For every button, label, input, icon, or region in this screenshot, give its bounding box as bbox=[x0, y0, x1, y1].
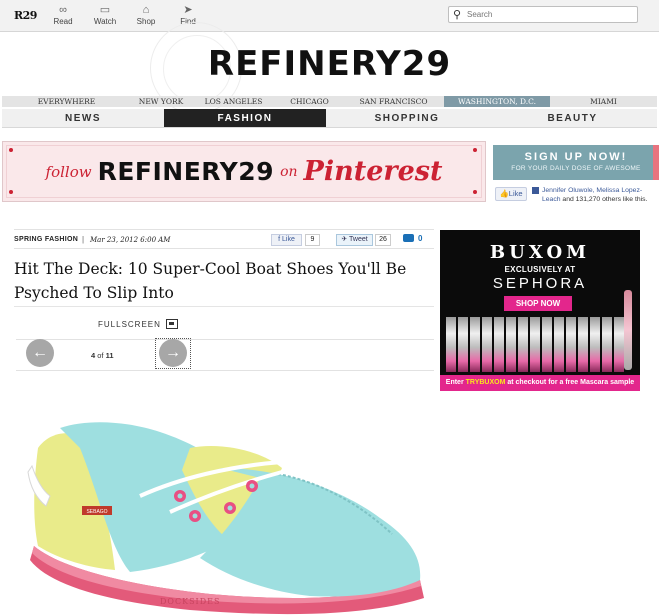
section-nav: NEWS FASHION SHOPPING BEAUTY bbox=[2, 109, 657, 128]
facebook-like-label: Like bbox=[508, 189, 523, 198]
gallery-counter: 4 of 11 bbox=[91, 351, 114, 360]
arrow-left-icon: ← bbox=[32, 344, 48, 361]
comment-bubble-icon bbox=[403, 234, 414, 242]
pin-brand-text: REFINERY29 bbox=[97, 157, 275, 186]
article-meta-bar: SPRING FASHION | Mar 23, 2012 6:00 AM f … bbox=[14, 229, 434, 249]
gallery-of: of bbox=[97, 351, 104, 360]
signup-title: SIGN UP NOW! bbox=[524, 151, 628, 163]
city-san-francisco[interactable]: SAN FRANCISCO bbox=[343, 96, 444, 107]
top-toolbar: R29 ∞ Read ▭ Watch ⌂ Shop ➤ Find ⚲ bbox=[0, 0, 659, 32]
tweet-label: Tweet bbox=[349, 236, 368, 243]
nav-watch[interactable]: ▭ Watch bbox=[88, 3, 122, 26]
gallery-total: 11 bbox=[105, 351, 114, 360]
city-washington-dc[interactable]: WASHINGTON, D.C. bbox=[444, 96, 550, 107]
article-fb-like-label: Like bbox=[282, 236, 295, 243]
article-headline: Hit The Deck: 10 Super-Cool Boat Shoes Y… bbox=[14, 260, 407, 302]
pinterest-logo-text: Pinterest bbox=[303, 156, 443, 187]
ad-promo-pre: Enter bbox=[445, 379, 466, 386]
ad-promo-code: TRYBUXOM bbox=[465, 379, 506, 386]
buxom-sephora-ad[interactable]: BUXOM EXCLUSIVELY AT SEPHORA SHOP NOW En… bbox=[440, 230, 640, 391]
signup-accent-tab bbox=[653, 145, 659, 180]
nav-shop[interactable]: ⌂ Shop bbox=[129, 3, 163, 26]
location-arrow-icon: ➤ bbox=[183, 4, 193, 16]
gallery-controls-bar bbox=[16, 339, 434, 371]
r29-logo[interactable]: R29 bbox=[14, 9, 37, 22]
ad-retailer: SEPHORA bbox=[492, 275, 588, 292]
facebook-like-button[interactable]: 👍Like bbox=[495, 187, 527, 201]
pin-follow-text: follow bbox=[45, 162, 92, 181]
gallery-prev-button[interactable]: ← bbox=[26, 339, 54, 367]
search-box: ⚲ bbox=[448, 6, 638, 23]
city-los-angeles[interactable]: LOS ANGELES bbox=[191, 96, 276, 107]
tweet-count: 26 bbox=[375, 234, 391, 246]
facebook-like-count-text: and 131,270 others like this. bbox=[560, 196, 648, 203]
tab-shopping[interactable]: SHOPPING bbox=[326, 109, 488, 127]
city-nav: EVERYWHERE NEW YORK LOS ANGELES CHICAGO … bbox=[2, 96, 657, 107]
arrow-right-icon: → bbox=[165, 344, 181, 361]
pinterest-banner-content: follow REFINERY29 on Pinterest bbox=[6, 145, 482, 198]
facebook-icon bbox=[532, 187, 539, 194]
city-new-york[interactable]: NEW YORK bbox=[131, 96, 191, 107]
twitter-bird-icon: ✈ bbox=[341, 236, 349, 243]
shoe-sole-text: DOCKSIDES bbox=[160, 597, 220, 606]
search-input[interactable] bbox=[467, 8, 632, 21]
signup-button[interactable]: SIGN UP NOW! FOR YOUR DAILY DOSE OF AWES… bbox=[493, 145, 659, 180]
tab-beauty[interactable]: BEAUTY bbox=[488, 109, 657, 127]
comment-count: 0 bbox=[418, 234, 423, 243]
facebook-social-text: Jennifer Oluwole, Melissa Lopez-Leach an… bbox=[542, 186, 652, 204]
ad-shop-now-button[interactable]: SHOP NOW bbox=[504, 296, 572, 311]
ad-lipgloss-tubes bbox=[446, 317, 624, 372]
article-date: Mar 23, 2012 6:00 AM bbox=[90, 236, 171, 244]
divider bbox=[14, 306, 434, 307]
ad-promo-strip: Enter TRYBUXOM at checkout for a free Ma… bbox=[440, 375, 640, 391]
nav-read[interactable]: ∞ Read bbox=[46, 3, 80, 26]
site-logo[interactable]: REFINERY29 bbox=[0, 44, 659, 84]
comments-link[interactable]: 0 bbox=[403, 234, 422, 243]
tweet-button[interactable]: ✈ Tweet bbox=[336, 234, 373, 246]
signup-subtitle: FOR YOUR DAILY DOSE OF AWESOME bbox=[511, 165, 641, 172]
city-everywhere[interactable]: EVERYWHERE bbox=[2, 96, 131, 107]
article-category[interactable]: SPRING FASHION bbox=[14, 236, 78, 243]
city-miami[interactable]: MIAMI bbox=[550, 96, 657, 107]
fullscreen-button[interactable]: FULLSCREEN bbox=[98, 320, 161, 329]
pin-on-text: on bbox=[280, 163, 298, 180]
shoe-brand-tag-text: SEBAGO bbox=[86, 509, 107, 515]
ad-exclusively: EXCLUSIVELY AT bbox=[504, 265, 576, 274]
nav-read-label: Read bbox=[53, 17, 73, 26]
tv-icon: ▭ bbox=[99, 4, 111, 16]
meta-separator: | bbox=[82, 235, 85, 244]
tab-fashion[interactable]: FASHION bbox=[164, 109, 326, 127]
ad-lipgloss-wand bbox=[624, 290, 632, 370]
fullscreen-icon[interactable] bbox=[166, 319, 178, 329]
boat-shoe-image: SEBAGO DOCKSIDES bbox=[27, 422, 424, 615]
basket-icon: ⌂ bbox=[142, 4, 150, 16]
article-fb-like-button[interactable]: f Like bbox=[271, 234, 302, 246]
ad-brand: BUXOM bbox=[489, 242, 591, 263]
fb-like-count: 9 bbox=[305, 234, 320, 246]
tab-news[interactable]: NEWS bbox=[2, 109, 164, 127]
gallery-current: 4 bbox=[91, 351, 96, 360]
gallery-next-button[interactable]: → bbox=[159, 339, 187, 367]
thumbs-up-icon: 👍 bbox=[499, 189, 509, 198]
city-chicago[interactable]: CHICAGO bbox=[276, 96, 343, 107]
pinterest-follow-banner[interactable]: follow REFINERY29 on Pinterest bbox=[2, 141, 486, 202]
nav-shop-label: Shop bbox=[136, 17, 156, 26]
nav-watch-label: Watch bbox=[93, 17, 117, 26]
search-icon[interactable]: ⚲ bbox=[453, 8, 461, 21]
ad-promo-post: at checkout for a free Mascara sample bbox=[505, 379, 635, 386]
glasses-icon: ∞ bbox=[59, 4, 67, 16]
